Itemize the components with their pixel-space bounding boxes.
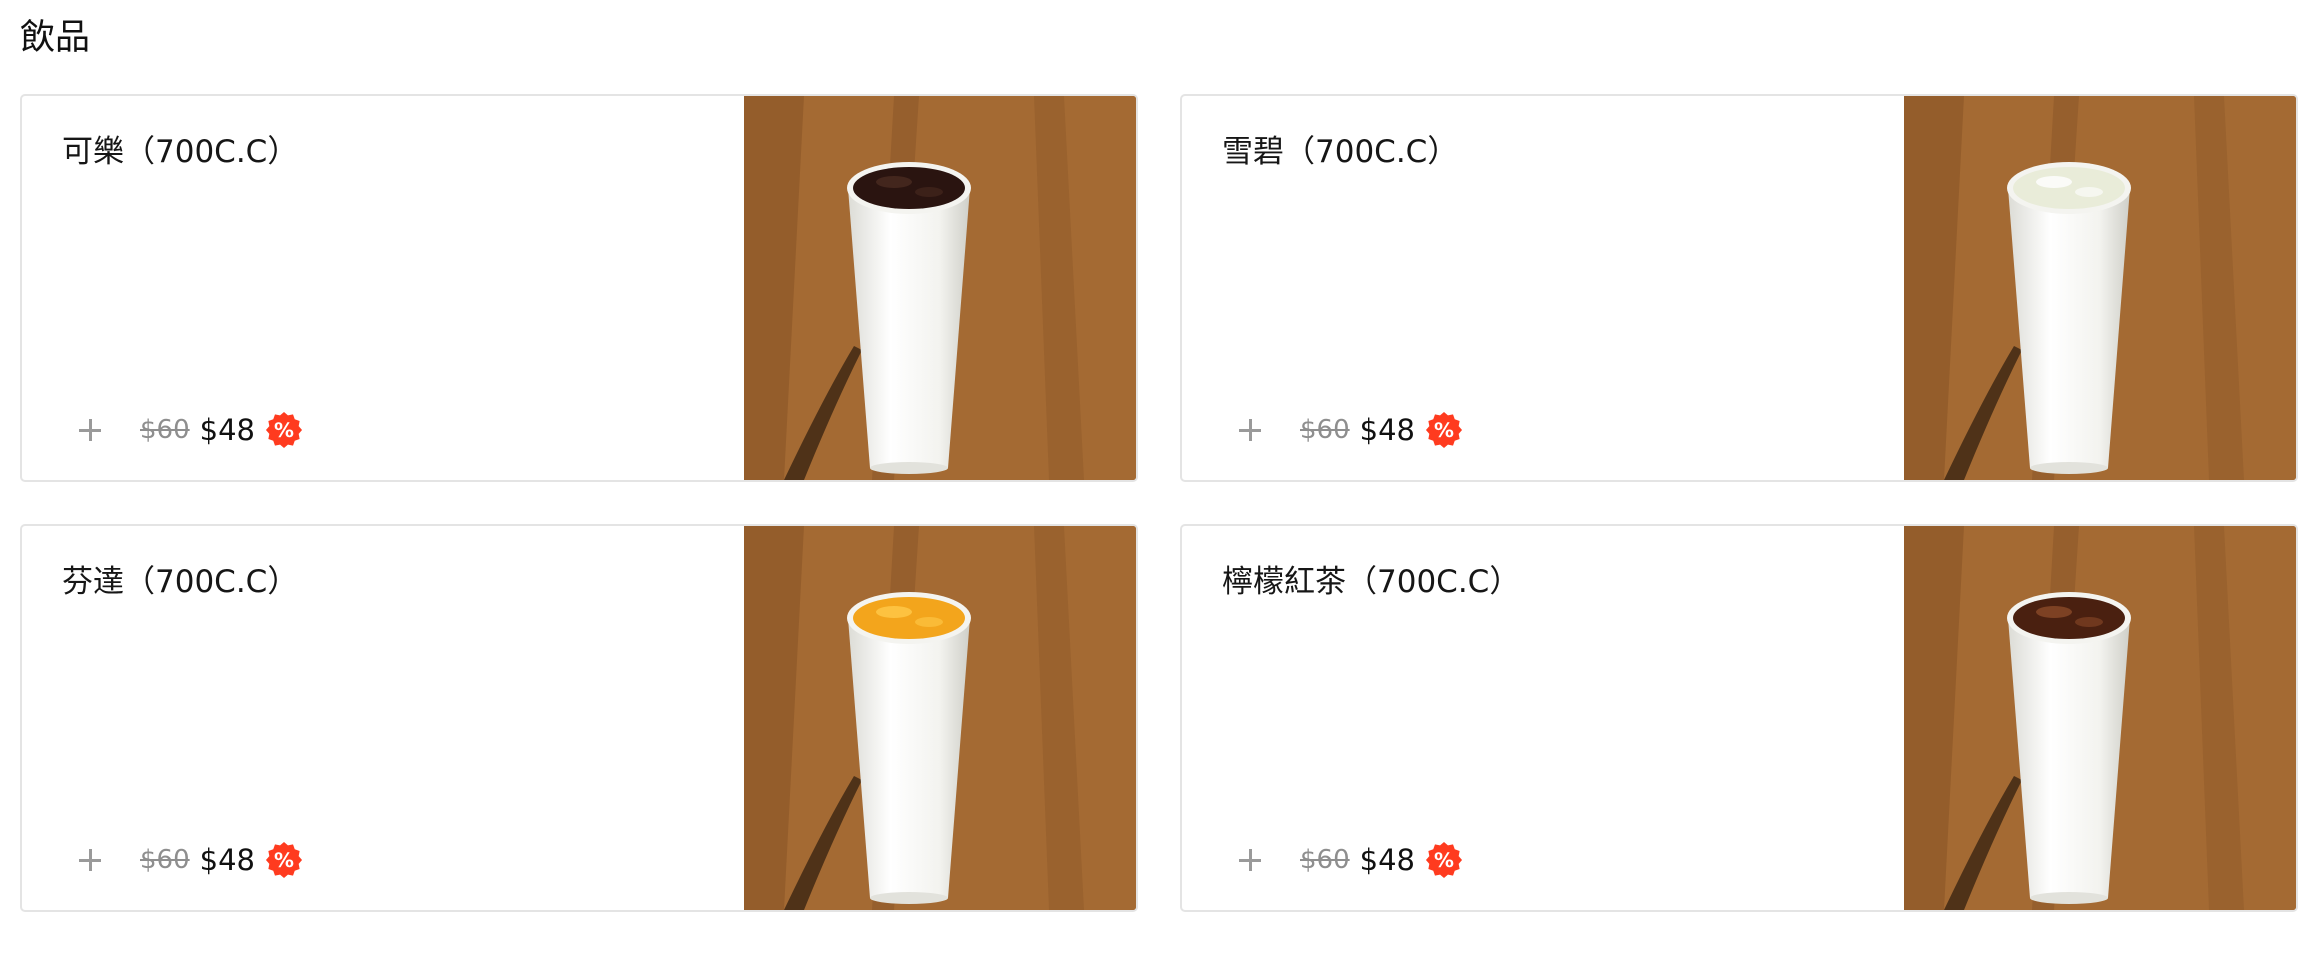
plus-icon[interactable] [1230, 410, 1270, 450]
product-name: 檸檬紅茶（700C.C） [1222, 564, 1521, 600]
product-card-body: 雪碧（700C.C） $60 $48 % [1182, 96, 1908, 480]
sale-price: $48 [1359, 413, 1415, 447]
price-row: $60 $48 % [70, 838, 303, 882]
product-card[interactable]: 檸檬紅茶（700C.C） $60 $48 % [1180, 524, 2298, 912]
original-price: $60 [140, 415, 190, 445]
svg-text:%: % [1434, 418, 1454, 442]
sale-price: $48 [1359, 843, 1415, 877]
product-card-body: 可樂（700C.C） $60 $48 % [22, 96, 748, 480]
original-price: $60 [1300, 415, 1350, 445]
product-card-body: 檸檬紅茶（700C.C） $60 $48 % [1182, 526, 1908, 910]
product-card[interactable]: 雪碧（700C.C） $60 $48 % [1180, 94, 2298, 482]
plus-icon[interactable] [70, 840, 110, 880]
price-row: $60 $48 % [1230, 408, 1463, 452]
price-row: $60 $48 % [1230, 838, 1463, 882]
product-image [744, 526, 1136, 910]
product-image [1904, 526, 2296, 910]
original-price: $60 [140, 845, 190, 875]
product-grid: 可樂（700C.C） $60 $48 % 雪碧（700C.C） $60 $48 … [20, 94, 2298, 912]
plus-icon[interactable] [70, 410, 110, 450]
section-title: 飲品 [20, 18, 91, 58]
svg-text:%: % [1434, 848, 1454, 872]
product-name: 芬達（700C.C） [62, 564, 299, 600]
discount-badge-icon: % [1425, 411, 1463, 449]
product-name: 可樂（700C.C） [62, 134, 299, 170]
original-price: $60 [1300, 845, 1350, 875]
svg-text:%: % [274, 418, 294, 442]
svg-text:%: % [274, 848, 294, 872]
discount-badge-icon: % [1425, 841, 1463, 879]
product-image [1904, 96, 2296, 480]
product-card-body: 芬達（700C.C） $60 $48 % [22, 526, 748, 910]
sale-price: $48 [199, 843, 255, 877]
price-row: $60 $48 % [70, 408, 303, 452]
discount-badge-icon: % [265, 411, 303, 449]
discount-badge-icon: % [265, 841, 303, 879]
product-card[interactable]: 芬達（700C.C） $60 $48 % [20, 524, 1138, 912]
product-image [744, 96, 1136, 480]
product-card[interactable]: 可樂（700C.C） $60 $48 % [20, 94, 1138, 482]
plus-icon[interactable] [1230, 840, 1270, 880]
sale-price: $48 [199, 413, 255, 447]
product-name: 雪碧（700C.C） [1222, 134, 1459, 170]
